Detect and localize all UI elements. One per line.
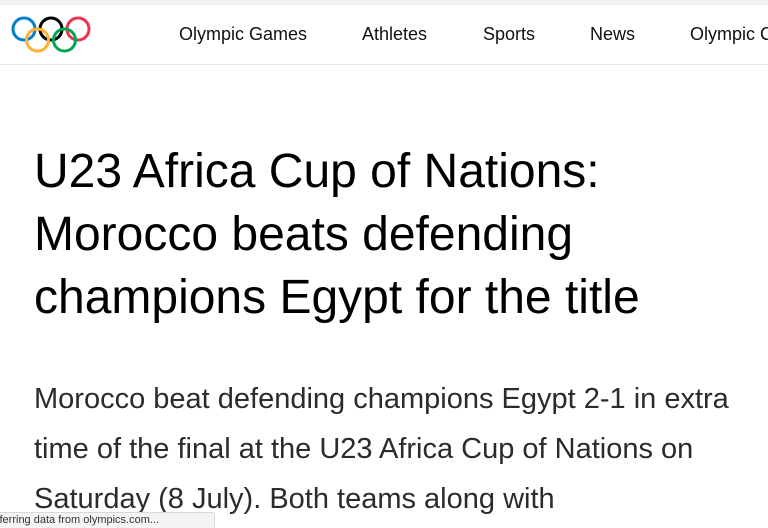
browser-status-bar: sferring data from olympics.com...: [0, 512, 215, 528]
site-header: Olympic Games Athletes Sports News Olymp…: [0, 5, 768, 65]
nav-item-athletes[interactable]: Athletes: [362, 23, 427, 45]
nav-item-olympic-games[interactable]: Olympic Games: [179, 23, 307, 45]
nav-item-sports[interactable]: Sports: [483, 23, 535, 45]
nav-item-olympic-channel[interactable]: Olympic C: [690, 23, 768, 45]
article-lede: Morocco beat defending champions Egypt 2…: [34, 383, 729, 515]
nav-item-news[interactable]: News: [590, 23, 635, 45]
article-title: U23 Africa Cup of Nations: Morocco beats…: [34, 145, 640, 324]
main-nav: Olympic Games Athletes Sports News Olymp…: [0, 5, 768, 64]
status-text: sferring data from olympics.com...: [0, 514, 160, 526]
